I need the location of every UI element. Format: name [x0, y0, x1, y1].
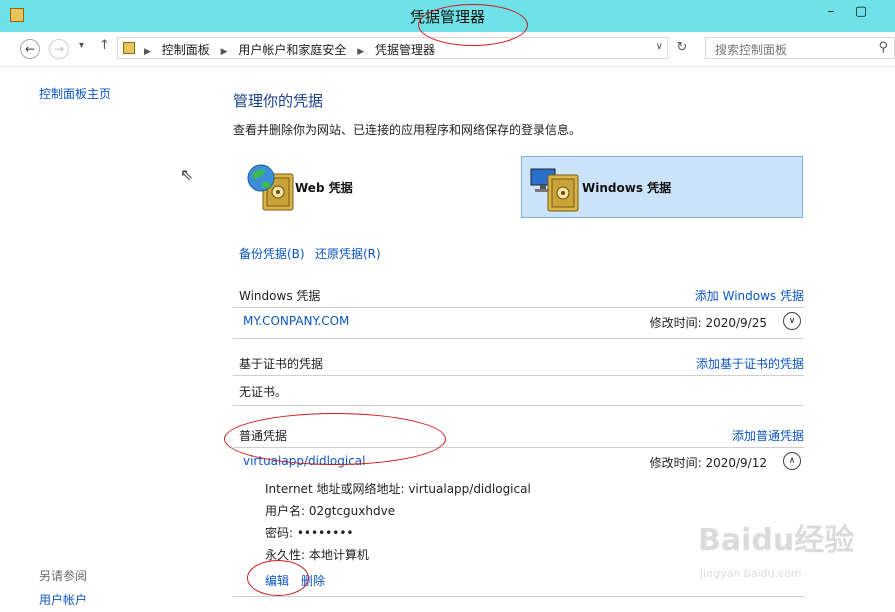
credential-persistence: 永久性: 本地计算机 — [265, 548, 369, 562]
divider — [233, 338, 804, 339]
search-icon[interactable]: ⚲ — [878, 40, 888, 55]
edit-credential-link[interactable]: 编辑 — [265, 572, 289, 589]
maximize-button[interactable]: ▢ — [850, 4, 872, 24]
breadcrumb-user-accounts[interactable]: 用户帐户和家庭安全 — [238, 43, 346, 57]
page-title: 管理你的凭据 — [233, 92, 324, 110]
breadcrumb-control-panel[interactable]: 控制面板 — [162, 43, 210, 57]
web-credentials-icon — [247, 164, 294, 211]
windows-credentials-label: Windows 凭据 — [582, 181, 672, 195]
divider — [233, 375, 804, 376]
baidu-watermark: Baidu经验 jingyan.baidu.com — [690, 515, 890, 595]
windows-credential-modified: 修改时间: 2020/9/25 — [649, 316, 767, 330]
breadcrumb: ▶ 控制面板 ▶ 用户帐户和家庭安全 ▶ 凭据管理器 — [144, 43, 435, 57]
divider — [233, 307, 804, 308]
delete-credential-link[interactable]: 删除 — [301, 572, 325, 589]
mouse-cursor-icon: ⇖ — [180, 165, 194, 184]
minimize-button[interactable]: – — [820, 4, 842, 24]
up-button[interactable]: ↑ — [99, 38, 110, 53]
expand-chevron-icon[interactable]: ∨ — [783, 312, 801, 330]
certificate-credentials-heading: 基于证书的凭据 — [239, 357, 324, 371]
restore-credentials-link[interactable]: 还原凭据(R) — [315, 245, 381, 262]
no-certificates-text: 无证书。 — [239, 385, 288, 399]
windows-credentials-icon — [530, 168, 579, 212]
breadcrumb-credential-manager[interactable]: 凭据管理器 — [375, 43, 435, 57]
add-certificate-credential-link[interactable]: 添加基于证书的凭据 — [696, 355, 804, 372]
add-windows-credential-link[interactable]: 添加 Windows 凭据 — [695, 287, 804, 304]
back-button[interactable]: ← — [20, 39, 40, 59]
credential-address: Internet 地址或网络地址: virtualapp/didlogical — [265, 482, 531, 496]
windows-credentials-heading: Windows 凭据 — [239, 289, 321, 303]
web-credentials-label: Web 凭据 — [295, 181, 353, 195]
window-titlebar: 凭据管理器 – ▢ — [0, 0, 895, 32]
generic-credential-modified: 修改时间: 2020/9/12 — [649, 456, 767, 470]
watermark-url: jingyan.baidu.com — [700, 567, 802, 580]
divider — [233, 405, 804, 406]
window-title: 凭据管理器 — [409, 8, 485, 26]
credential-password: 密码: •••••••• — [265, 526, 354, 540]
recent-locations-button[interactable]: ▾ — [79, 40, 84, 51]
control-panel-icon — [123, 42, 135, 54]
credential-username: 用户名: 02gtcguxhdve — [265, 504, 396, 518]
watermark-logo: Baidu经验 — [698, 523, 855, 558]
refresh-button[interactable]: ↻ — [671, 37, 693, 59]
chevron-down-icon[interactable]: ∨ — [656, 41, 663, 52]
web-credentials-tile[interactable]: Web 凭据 — [239, 156, 521, 218]
left-navigation: 控制面板主页 另请参阅 用户帐户 — [0, 67, 205, 612]
page-description: 查看并删除你为网站、已连接的应用程序和网络保存的登录信息。 — [233, 123, 582, 137]
collapse-chevron-icon[interactable]: ∧ — [783, 452, 801, 470]
divider — [233, 447, 804, 448]
windows-credentials-tile[interactable]: Windows 凭据 — [521, 156, 803, 218]
see-also-heading: 另请参阅 — [39, 569, 88, 583]
search-placeholder: 搜索控制面板 — [715, 43, 788, 57]
user-accounts-link[interactable]: 用户帐户 — [39, 591, 87, 608]
control-panel-home-link[interactable]: 控制面板主页 — [39, 85, 111, 102]
backup-credentials-link[interactable]: 备份凭据(B) — [239, 245, 305, 262]
forward-button[interactable]: → — [49, 39, 69, 59]
add-generic-credential-link[interactable]: 添加普通凭据 — [732, 427, 804, 444]
windows-credential-item[interactable]: MY.CONPANY.COM — [243, 314, 349, 328]
address-toolbar: ← → ▾ ↑ ▶ 控制面板 ▶ 用户帐户和家庭安全 ▶ 凭据管理器 ∨ ↻ 搜… — [0, 32, 895, 67]
generic-credential-item[interactable]: virtualapp/didlogical — [243, 454, 365, 468]
address-field[interactable]: ▶ 控制面板 ▶ 用户帐户和家庭安全 ▶ 凭据管理器 ∨ — [117, 37, 668, 59]
generic-credentials-heading: 普通凭据 — [239, 429, 288, 443]
divider — [233, 596, 804, 597]
search-input[interactable]: 搜索控制面板 ⚲ — [705, 37, 895, 59]
